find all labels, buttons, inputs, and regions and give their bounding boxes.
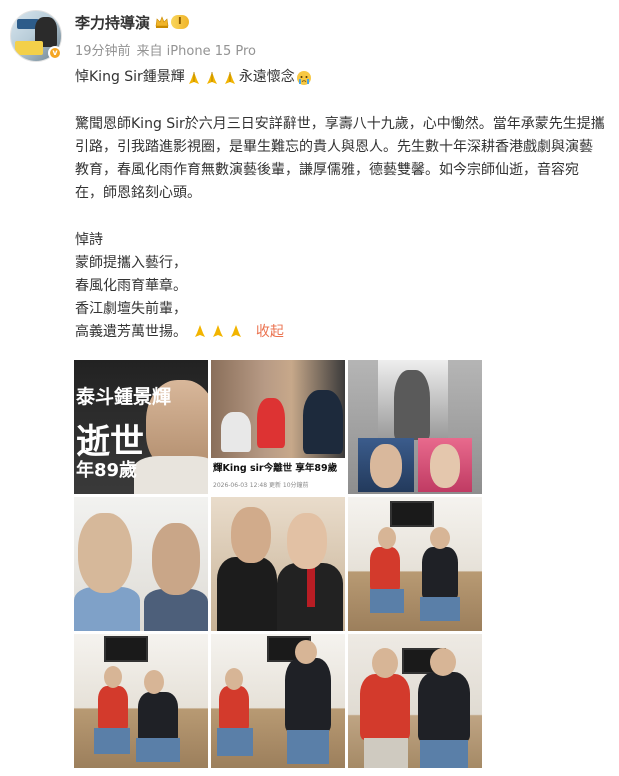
image-figure [378,527,396,549]
post-image-9[interactable] [348,634,482,768]
image-figure [370,589,404,613]
post-image-3[interactable] [348,360,482,494]
image-figure [78,513,132,593]
post-image-6[interactable] [348,497,482,631]
image-figure [370,547,400,591]
image-figure [104,666,122,688]
image-figure [219,686,249,730]
post-paragraph: 驚聞恩師King Sir於六月三日安詳辭世，享壽八十九歲，心中慟然。當年承蒙先生… [75,116,605,201]
image-figure [152,523,200,595]
image-figure [285,658,331,732]
image-tv [390,501,434,527]
image-figure [420,597,460,621]
post-image-7[interactable] [74,634,208,768]
image-figure [74,587,140,631]
post-image-1[interactable]: 泰斗鍾景輝 逝世 年89歲 [74,360,208,494]
image-figure [98,686,128,730]
post-content: 悼King Sir鍾景輝 永遠懷念 驚聞恩師King Sir於六月三日安詳辭世，… [75,66,605,344]
image-figure [420,740,468,768]
poem-line: 高義遺芳萬世揚。 [75,324,187,340]
image-figure [430,444,460,488]
image-figure [372,648,398,678]
pray-emoji-icon [224,71,235,84]
image-figure [144,589,208,631]
image-figure [303,390,343,454]
poem-line: 蒙師提攜入藝行， [75,255,187,271]
pray-emoji-icon [213,325,224,337]
pray-emoji-icon [195,325,206,337]
image-figure [217,728,253,756]
image-figure [134,456,208,494]
image-headline: 年89歲 [76,460,138,481]
image-figure [257,398,285,448]
image-figure [430,527,450,549]
image-figure [295,640,317,664]
image-figure [287,513,327,569]
post-image-2[interactable]: 輝King sir今離世 享年89歲 2026-06-03 12:48 更新 1… [211,360,345,494]
image-figure [394,370,430,440]
image-headline: 泰斗鍾景輝 [76,386,172,408]
image-figure [370,444,402,488]
image-figure [225,668,243,690]
image-figure [217,557,277,631]
post-title-line: 悼King Sir鍾景輝 永遠懷念 [75,66,605,89]
poem-last-line: 高義遺芳萬世揚。 收起 [75,321,605,344]
post-image-5[interactable] [211,497,345,631]
post-source: 来自 iPhone 15 Pro [136,44,256,59]
image-figure [94,728,130,754]
vip-badge[interactable]: I [155,13,189,31]
image-figure [221,412,251,452]
poem-line: 春風化雨育華章。 [75,278,187,294]
post-image-4[interactable] [74,497,208,631]
image-figure [364,738,408,768]
poem-title: 悼詩 [75,232,103,248]
image-figure [287,730,329,764]
post-image-8[interactable] [211,634,345,768]
image-figure [307,567,315,607]
image-figure [360,674,410,740]
image-tv [104,636,148,662]
post-meta: 19分钟前 来自 iPhone 15 Pro [75,40,256,59]
image-figure [144,670,164,694]
vip-level: I [171,15,189,29]
post-title: 悼King Sir鍾景輝 [75,69,185,85]
image-figure [138,692,178,742]
pray-emoji-icon [188,71,199,84]
avatar-shape [15,41,43,55]
image-figure [136,738,180,762]
image-caption: 輝King sir今離世 享年89歲 [211,458,345,480]
image-subcaption: 2026-06-03 12:48 更新 10分鐘前 [213,482,309,489]
image-figure [418,672,470,742]
image-figure [231,507,271,563]
post-title-tail: 永遠懷念 [238,69,295,85]
pray-emoji-icon [206,71,217,84]
crying-emoji-icon [296,70,311,85]
verified-badge-icon: v [48,46,62,60]
collapse-link[interactable]: 收起 [256,324,284,340]
username[interactable]: 李力持導演 [75,12,150,33]
poem-line: 香江劇壇失前輩， [75,301,187,317]
image-figure [430,648,456,676]
crown-icon [155,16,169,28]
pray-emoji-icon [231,325,242,337]
image-figure [422,547,458,599]
post-time: 19分钟前 [75,44,131,59]
image-grid: 泰斗鍾景輝 逝世 年89歲 輝King sir今離世 享年89歲 2026-06… [74,360,482,768]
